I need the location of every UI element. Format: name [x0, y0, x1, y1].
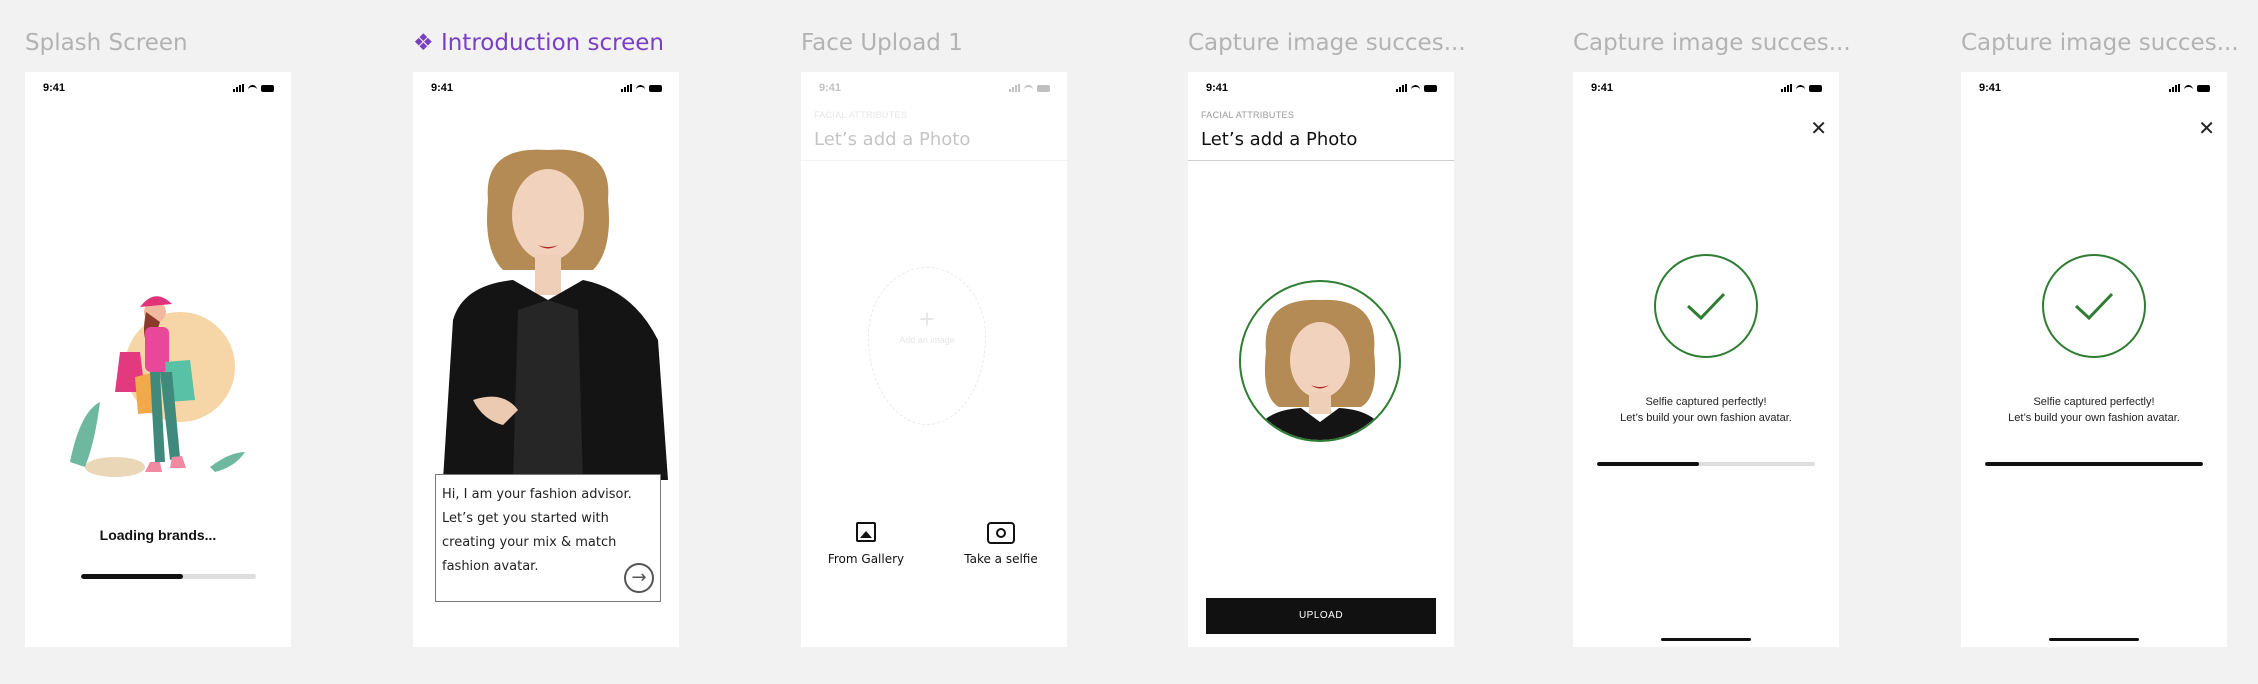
signal-icon [1396, 84, 1407, 92]
loading-progress-bar [81, 574, 256, 579]
home-indicator [1661, 638, 1751, 641]
success-line-1: Selfie captured perfectly! [1645, 396, 1767, 408]
from-gallery-label: From Gallery [827, 552, 905, 566]
battery-icon [261, 84, 274, 92]
upload-button[interactable]: UPLOAD [1206, 598, 1436, 634]
success-line-2: Let’s build your own fashion avatar. [1620, 412, 1792, 424]
frame-title-introduction[interactable]: ❖ Introduction screen [413, 30, 664, 56]
splash-screen: 9:41 Loading brands... [25, 72, 291, 647]
capture-success-screen-1: 9:41 ✕ Selfie captured perfectly! Let’s … [1573, 72, 1839, 647]
checkmark-icon [1686, 292, 1726, 321]
arrow-right-icon: → [631, 567, 647, 588]
captured-photo [1239, 280, 1401, 442]
wifi-icon [2184, 84, 2193, 92]
camera-icon [987, 522, 1015, 544]
status-bar: 9:41 [413, 82, 679, 98]
loading-progress-fill [81, 574, 183, 579]
capture-preview-screen: 9:41 FACIAL ATTRIBUTES Let’s add a Photo… [1188, 72, 1454, 647]
avatar-progress-bar [1985, 462, 2203, 466]
success-check-circle [1654, 254, 1758, 358]
success-line-1: Selfie captured perfectly! [2033, 396, 2155, 408]
next-button[interactable]: → [624, 563, 654, 593]
signal-icon [233, 84, 244, 92]
wifi-icon [1796, 84, 1805, 92]
component-icon: ❖ [413, 30, 434, 56]
status-time: 9:41 [1979, 82, 2002, 94]
status-time: 9:41 [431, 82, 454, 94]
home-indicator [2049, 638, 2139, 641]
section-subtitle: FACIAL ATTRIBUTES [1201, 110, 1295, 120]
intro-message: Hi, I am your fashion advisor. Let’s get… [442, 487, 632, 574]
section-subtitle: FACIAL ATTRIBUTES [814, 110, 908, 120]
avatar-progress-bar [1597, 462, 1815, 466]
take-selfie-label: Take a selfie [964, 552, 1038, 566]
status-time: 9:41 [1206, 82, 1229, 94]
battery-icon [649, 84, 662, 92]
frame-title-capture-2[interactable]: Capture image succes... [1573, 30, 1851, 56]
status-time: 9:41 [1591, 82, 1614, 94]
success-line-2: Let’s build your own fashion avatar. [2008, 412, 2180, 424]
frame-title-introduction-label: Introduction screen [440, 30, 664, 56]
wifi-icon [248, 84, 257, 92]
fashion-advisor-image [443, 149, 668, 480]
status-time: 9:41 [43, 82, 66, 94]
status-bar: 9:41 [1961, 82, 2227, 98]
battery-icon [1037, 84, 1050, 92]
page-title: Let’s add a Photo [814, 129, 971, 150]
status-bar: 9:41 [1188, 82, 1454, 98]
signal-icon [621, 84, 632, 92]
status-time: 9:41 [819, 82, 842, 94]
intro-message-box: Hi, I am your fashion advisor. Let’s get… [435, 474, 661, 602]
wifi-icon [1411, 84, 1420, 92]
frame-title-splash[interactable]: Splash Screen [25, 30, 188, 56]
success-check-circle [2042, 254, 2146, 358]
success-message: Selfie captured perfectly! Let’s build y… [1961, 394, 2227, 426]
frame-title-face-upload[interactable]: Face Upload 1 [801, 30, 963, 56]
add-image-dropzone[interactable]: + Add an image [868, 267, 986, 425]
signal-icon [1009, 84, 1020, 92]
face-upload-screen: 9:41 FACIAL ATTRIBUTES Let’s add a Photo… [801, 72, 1067, 647]
wifi-icon [1024, 84, 1033, 92]
from-gallery-button[interactable]: From Gallery [821, 522, 911, 566]
close-icon[interactable]: ✕ [1810, 116, 1827, 141]
status-bar: 9:41 [1573, 82, 1839, 98]
shopping-illustration [70, 296, 245, 477]
success-message: Selfie captured perfectly! Let’s build y… [1573, 394, 1839, 426]
wifi-icon [636, 84, 645, 92]
signal-icon [2169, 84, 2180, 92]
signal-icon [1781, 84, 1792, 92]
page-title: Let’s add a Photo [1201, 129, 1358, 150]
add-image-label: Add an image [899, 335, 955, 345]
frame-title-capture-1[interactable]: Capture image succes... [1188, 30, 1466, 56]
status-bar: 9:41 [25, 82, 291, 98]
loading-text: Loading brands... [99, 527, 217, 543]
battery-icon [1424, 84, 1437, 92]
plus-icon: + [919, 304, 935, 334]
take-selfie-button[interactable]: Take a selfie [951, 522, 1051, 566]
image-icon [856, 522, 876, 542]
header-divider [1188, 160, 1454, 161]
close-icon[interactable]: ✕ [2198, 116, 2215, 141]
capture-success-screen-2: 9:41 ✕ Selfie captured perfectly! Let’s … [1961, 72, 2227, 647]
battery-icon [1809, 84, 1822, 92]
avatar-progress-fill [1597, 462, 1700, 466]
checkmark-icon [2074, 292, 2114, 321]
avatar-progress-fill [1985, 462, 2203, 466]
header-divider [801, 160, 1067, 161]
status-bar: 9:41 [801, 82, 1067, 98]
battery-icon [2197, 84, 2210, 92]
introduction-screen: 9:41 Hi, I am your fashion advisor. Let’… [413, 72, 679, 647]
frame-title-capture-3[interactable]: Capture image succes... [1961, 30, 2239, 56]
